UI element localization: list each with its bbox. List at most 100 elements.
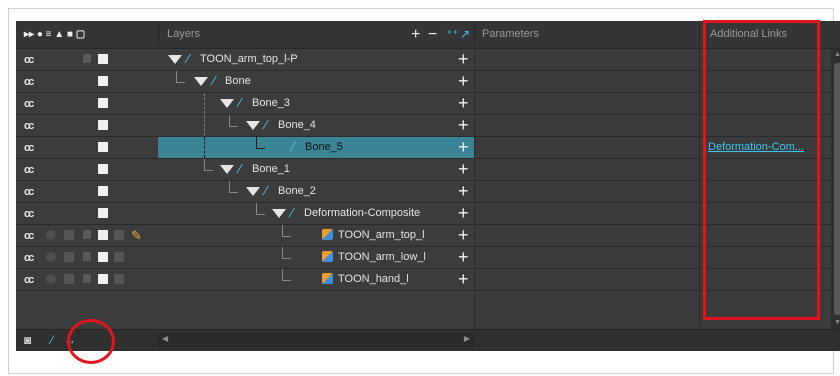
solo-icon[interactable]: [46, 252, 56, 262]
color-swatch[interactable]: [98, 252, 108, 262]
add-layer-icon[interactable]: +: [458, 181, 469, 202]
collapse-triangle-icon[interactable]: [246, 187, 260, 196]
layer-name: Deformation-Composite: [304, 207, 421, 219]
solo-icon[interactable]: [46, 274, 56, 284]
scroll-down-icon[interactable]: ▼: [834, 319, 840, 326]
add-layer-icon[interactable]: +: [458, 115, 469, 136]
camera-icon[interactable]: ◙: [24, 333, 31, 347]
color-swatch[interactable]: [98, 142, 108, 152]
visibility-icon[interactable]: cc: [24, 230, 34, 242]
additional-links-highlight: [703, 20, 820, 320]
color-swatch[interactable]: [98, 54, 108, 64]
tree-connector: [282, 269, 291, 281]
scroll-up-icon[interactable]: ▲: [834, 51, 840, 58]
visibility-icon[interactable]: cc: [24, 164, 34, 176]
add-layer-icon[interactable]: +: [458, 225, 469, 246]
add-layer-icon[interactable]: +: [458, 137, 469, 158]
lock-icon[interactable]: [83, 230, 91, 239]
add-layer-icon[interactable]: +: [458, 247, 469, 268]
header-toggle-icons[interactable]: ▸▸ ● ≡ ▲ ■ ▢: [24, 29, 85, 40]
bone-icon: ⁄: [265, 183, 268, 198]
add-layer-icon[interactable]: +: [458, 49, 469, 70]
tree-connector: [204, 93, 205, 114]
visibility-icon[interactable]: cc: [24, 120, 34, 132]
visibility-icon[interactable]: cc: [24, 208, 34, 220]
color-swatch[interactable]: [98, 274, 108, 284]
tree-connector: [229, 115, 238, 127]
bone-icon: ⁄: [213, 73, 216, 88]
add-layer-icon[interactable]: +: [458, 269, 469, 290]
visibility-icon[interactable]: cc: [24, 54, 34, 66]
scrollbar-thumb[interactable]: [834, 63, 840, 315]
color-swatch[interactable]: [98, 208, 108, 218]
layer-name: Bone_5: [305, 141, 343, 153]
add-layer-icon[interactable]: +: [458, 159, 469, 180]
layer-name: Bone_3: [252, 97, 290, 109]
scroll-left-icon[interactable]: ◀: [162, 334, 168, 343]
visibility-icon[interactable]: cc: [24, 76, 34, 88]
color-swatch[interactable]: [98, 98, 108, 108]
visibility-icon[interactable]: cc: [24, 274, 34, 286]
tree-connector: [256, 137, 265, 149]
add-layer-icon[interactable]: +: [458, 93, 469, 114]
bone-icon: ⁄: [292, 139, 295, 154]
add-bone-icon[interactable]: ↗: [460, 21, 470, 48]
solo-icon[interactable]: [46, 230, 56, 240]
color-swatch[interactable]: [98, 120, 108, 130]
color-swatch[interactable]: [98, 76, 108, 86]
parameters-cell: [474, 181, 700, 202]
vertical-scrollbar[interactable]: ▲ ▼: [831, 49, 840, 329]
visibility-icon[interactable]: cc: [24, 98, 34, 110]
parameters-cell: [474, 247, 700, 268]
collapse-triangle-icon[interactable]: [246, 121, 260, 130]
sound-icon[interactable]: [64, 230, 74, 240]
parameters-column-header: Parameters: [482, 28, 539, 40]
drawing-layer-icon: [322, 251, 333, 262]
color-swatch[interactable]: [98, 164, 108, 174]
add-layer-button[interactable]: +: [411, 21, 420, 48]
thumbnail-icon: [114, 252, 124, 262]
sound-icon[interactable]: [64, 274, 74, 284]
tree-connector: [176, 71, 185, 83]
parameters-cell: [474, 49, 700, 70]
visibility-icon[interactable]: cc: [24, 252, 34, 264]
collapse-triangle-icon[interactable]: [220, 99, 234, 108]
add-layer-icon[interactable]: +: [458, 203, 469, 224]
drawing-layer-icon: [322, 273, 333, 284]
parameters-cell: [474, 203, 700, 224]
tree-connector: [204, 115, 205, 136]
horizontal-scrollbar[interactable]: ◀ ▶: [158, 333, 474, 347]
tree-connector: [204, 137, 205, 158]
bone-icon: ⁄: [265, 117, 268, 132]
collapse-triangle-icon[interactable]: [168, 55, 182, 64]
visibility-icon[interactable]: cc: [24, 142, 34, 154]
show-links-button-highlight: [67, 319, 115, 364]
add-peg-icon[interactable]: ⁺⁺: [446, 21, 459, 48]
tree-connector: [282, 225, 291, 237]
tree-connector: [282, 247, 291, 259]
add-layer-icon[interactable]: +: [458, 71, 469, 92]
tree-connector: [256, 203, 265, 215]
visibility-icon[interactable]: cc: [24, 186, 34, 198]
color-swatch[interactable]: [98, 186, 108, 196]
parameters-cell: [474, 71, 700, 92]
parameters-cell: [474, 115, 700, 136]
layer-name: Bone_2: [278, 185, 316, 197]
drawing-layer-icon: [322, 229, 333, 240]
lock-icon[interactable]: [83, 252, 91, 261]
scroll-right-icon[interactable]: ▶: [464, 334, 470, 343]
layer-name: TOON_arm_top_l: [338, 229, 425, 241]
parameters-cell: [474, 225, 700, 246]
sound-icon[interactable]: [64, 252, 74, 262]
lock-icon[interactable]: [83, 274, 91, 283]
lock-icon[interactable]: [83, 54, 91, 63]
layer-name: TOON_hand_l: [338, 273, 409, 285]
color-swatch[interactable]: [98, 230, 108, 240]
remove-layer-button[interactable]: −: [428, 21, 437, 48]
bone-filter-icon[interactable]: ⁄: [51, 333, 53, 347]
collapse-triangle-icon[interactable]: [272, 209, 286, 218]
layer-name: TOON_arm_top_l-P: [200, 53, 298, 65]
collapse-triangle-icon[interactable]: [220, 165, 234, 174]
collapse-triangle-icon[interactable]: [194, 77, 208, 86]
parameters-cell: [474, 93, 700, 114]
